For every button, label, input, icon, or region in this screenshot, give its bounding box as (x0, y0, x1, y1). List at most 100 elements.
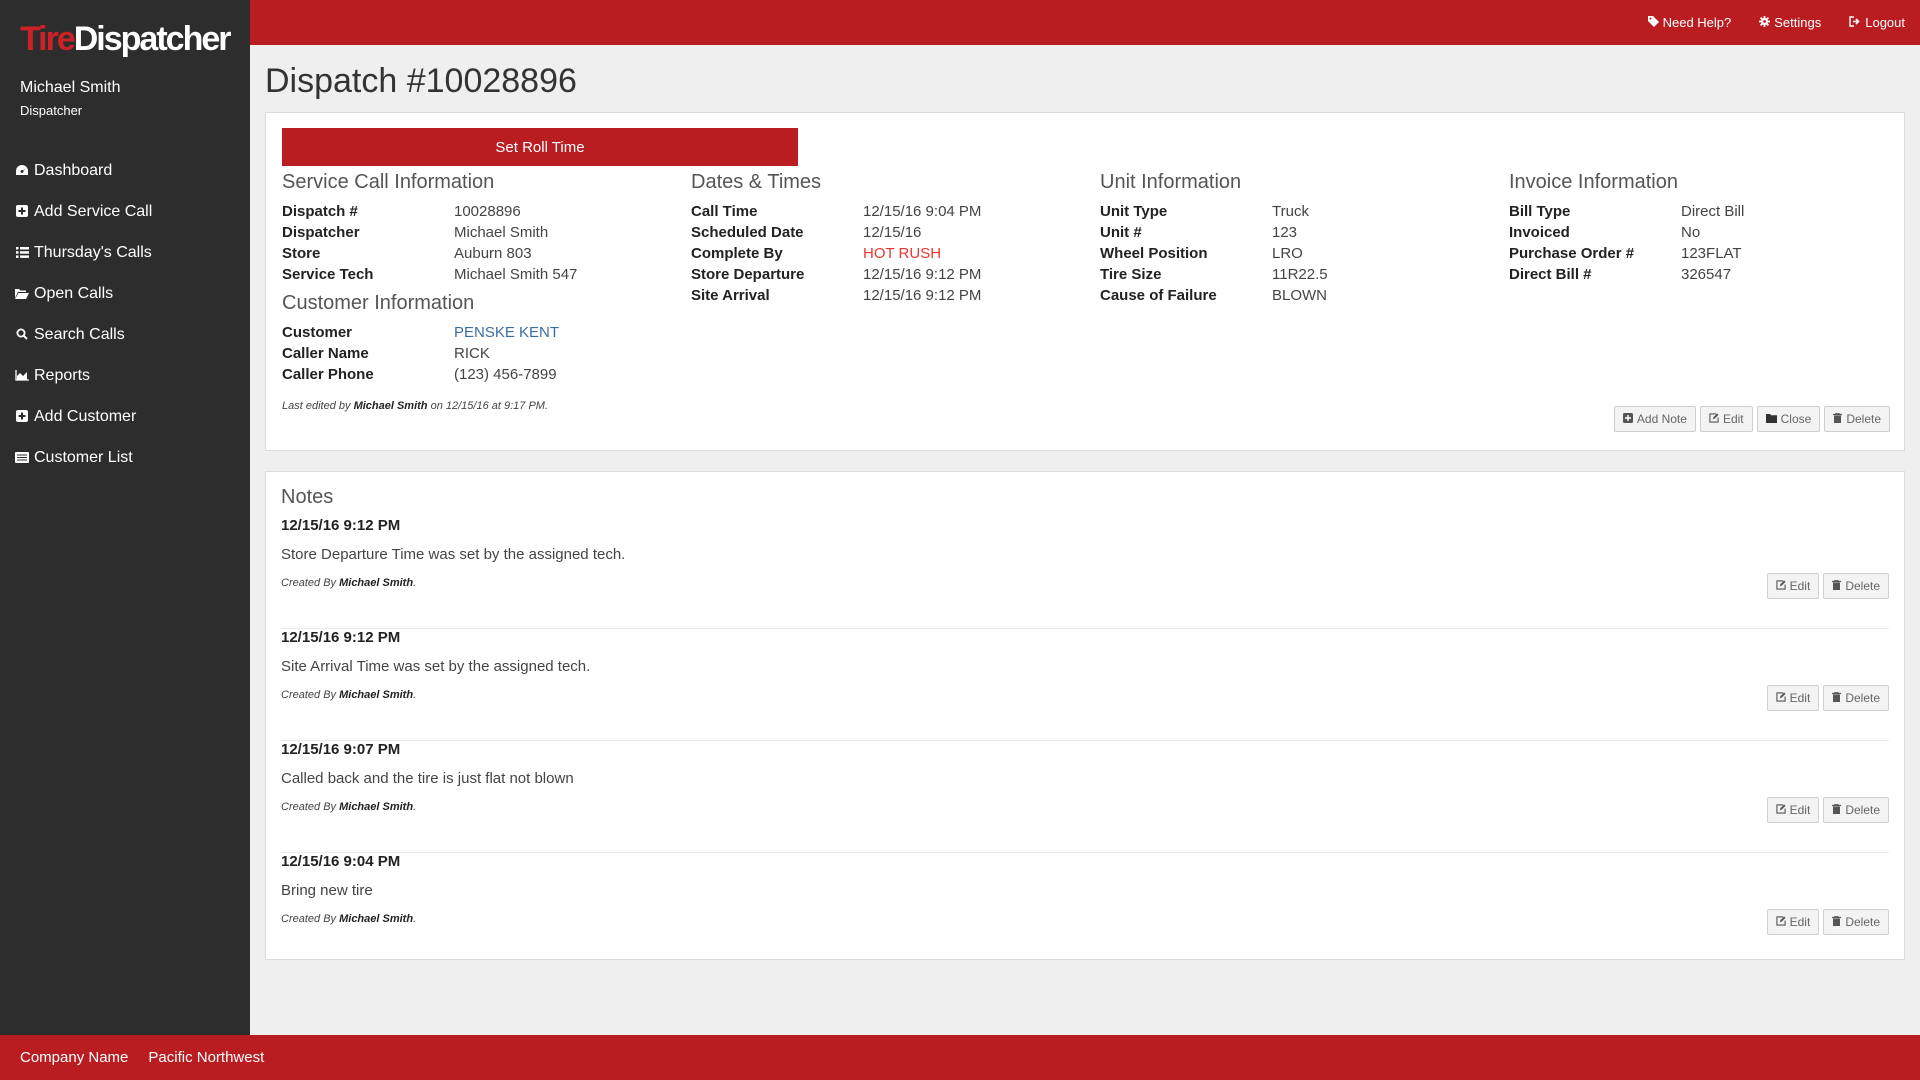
info-row: Complete By HOT RUSH (691, 245, 1091, 266)
info-row: Dispatcher Michael Smith (282, 224, 682, 245)
logo-part-tire: Tire (20, 20, 76, 58)
info-value: 12/15/16 (863, 224, 922, 241)
sidebar-item-label: Reports (34, 366, 91, 384)
plus-square-icon (14, 204, 30, 220)
delete-label: Delete (1845, 803, 1880, 817)
settings-label: Settings (1774, 15, 1822, 30)
edit-dispatch-button[interactable]: Edit (1699, 406, 1753, 432)
info-key: Unit # (1100, 224, 1142, 241)
trash-icon (1832, 803, 1842, 817)
info-key: Tire Size (1100, 266, 1162, 283)
edit-icon (1775, 803, 1786, 817)
note-text: Called back and the tire is just flat no… (281, 770, 574, 787)
customer-link[interactable]: PENSKE KENT (454, 324, 559, 345)
section-heading: Service Call Information (282, 171, 495, 193)
plus-square-icon (14, 409, 30, 425)
note-delete-button[interactable]: Delete (1823, 909, 1889, 935)
logout-label: Logout (1865, 15, 1905, 30)
logout-link[interactable]: Logout (1849, 15, 1905, 30)
info-value: 11R22.5 (1272, 266, 1328, 283)
info-row: Unit Type Truck (1100, 203, 1500, 224)
info-value: 123 (1272, 224, 1298, 241)
sidebar-item-add-customer[interactable]: Add Customer (0, 396, 250, 437)
info-value: No (1681, 224, 1701, 241)
note-edit-button[interactable]: Edit (1766, 573, 1820, 599)
sidebar-item-label: Add Customer (34, 407, 137, 425)
info-row: Cause of Failure BLOWN (1100, 287, 1500, 308)
info-key: Direct Bill # (1509, 266, 1592, 283)
search-icon (14, 327, 30, 343)
info-key: Complete By (691, 245, 783, 262)
sidebar-item-customer-list[interactable]: Customer List (0, 437, 250, 478)
need-help-link[interactable]: Need Help? (1647, 15, 1731, 30)
info-row: Store Departure 12/15/16 9:12 PM (691, 266, 1091, 287)
note-created-by: Created By Michael Smith. (281, 689, 417, 701)
info-key: Scheduled Date (691, 224, 804, 241)
created-by-prefix: Created By (281, 577, 337, 589)
info-value: 12/15/16 9:04 PM (863, 203, 982, 220)
info-key: Dispatcher (282, 224, 360, 241)
dispatch-details-panel: Set Roll Time Service Call Information D… (265, 112, 1905, 451)
set-roll-time-button[interactable]: Set Roll Time (282, 128, 798, 166)
notes-panel: Notes 12/15/16 9:12 PM Store Departure T… (265, 471, 1905, 960)
note-created-by: Created By Michael Smith. (281, 577, 417, 589)
delete-label: Delete (1845, 691, 1880, 705)
list-alt-icon (14, 450, 30, 466)
info-row: Service Tech Michael Smith 547 (282, 266, 682, 287)
note-edit-button[interactable]: Edit (1766, 797, 1820, 823)
note-date: 12/15/16 9:04 PM (281, 853, 401, 870)
info-value: Auburn 803 (454, 245, 532, 262)
info-key: Store (282, 245, 321, 262)
note-delete-button[interactable]: Delete (1823, 797, 1889, 823)
note-edit-button[interactable]: Edit (1766, 909, 1820, 935)
top-bar: Need Help? Settings Logout (250, 0, 1920, 45)
section-heading: Invoice Information (1509, 171, 1678, 193)
add-note-button[interactable]: Add Note (1613, 406, 1696, 432)
info-key: Service Tech (282, 266, 374, 283)
settings-link[interactable]: Settings (1759, 15, 1821, 30)
customer-info-section: Customer Information Customer PENSKE KENT… (282, 292, 682, 387)
app-logo[interactable]: TireDispatcher (20, 20, 231, 59)
sidebar-item-search-calls[interactable]: Search Calls (0, 314, 250, 355)
note-actions: Edit Delete (1766, 797, 1889, 823)
footer-region: Pacific Northwest (148, 1049, 265, 1066)
delete-dispatch-button[interactable]: Delete (1824, 406, 1890, 432)
dispatch-actions: Add Note Edit Close Delete (1613, 406, 1890, 432)
note-text: Bring new tire (281, 882, 373, 899)
note-created-by: Created By Michael Smith. (281, 913, 417, 925)
hot-rush-value: HOT RUSH (863, 245, 942, 262)
note-delete-button[interactable]: Delete (1823, 573, 1889, 599)
tag-icon (1647, 15, 1659, 30)
delete-label: Delete (1846, 412, 1881, 426)
sidebar-item-thursdays-calls[interactable]: Thursday's Calls (0, 232, 250, 273)
delete-label: Delete (1845, 915, 1880, 929)
sidebar-item-open-calls[interactable]: Open Calls (0, 273, 250, 314)
info-key: Customer (282, 324, 353, 341)
info-key: Bill Type (1509, 203, 1571, 220)
sidebar-item-add-service-call[interactable]: Add Service Call (0, 191, 250, 232)
plus-square-icon (1622, 412, 1633, 426)
created-by-prefix: Created By (281, 913, 337, 925)
note-created-by: Created By Michael Smith. (281, 801, 417, 813)
note-delete-button[interactable]: Delete (1823, 685, 1889, 711)
sidebar-item-reports[interactable]: Reports (0, 355, 250, 396)
trash-icon (1833, 412, 1843, 426)
trash-icon (1832, 579, 1842, 593)
info-key: Unit Type (1100, 203, 1168, 220)
service-call-info-section: Service Call Information Dispatch # 10028… (282, 171, 682, 287)
footer-company: Company Name (20, 1049, 129, 1066)
info-row: Call Time 12/15/16 9:04 PM (691, 203, 1091, 224)
edit-label: Edit (1722, 412, 1744, 426)
edit-icon (1709, 412, 1719, 426)
info-value: LRO (1272, 245, 1303, 262)
info-key: Site Arrival (691, 287, 770, 304)
edit-label: Edit (1789, 915, 1811, 929)
note-edit-button[interactable]: Edit (1766, 685, 1820, 711)
sidebar-item-dashboard[interactable]: Dashboard (0, 150, 250, 191)
info-value: Michael Smith (454, 224, 549, 241)
trash-icon (1832, 691, 1842, 705)
close-label: Close (1780, 412, 1812, 426)
dates-times-section: Dates & Times Call Time 12/15/16 9:04 PM … (691, 171, 1091, 308)
close-dispatch-button[interactable]: Close (1756, 406, 1821, 432)
edit-icon (1775, 579, 1786, 593)
